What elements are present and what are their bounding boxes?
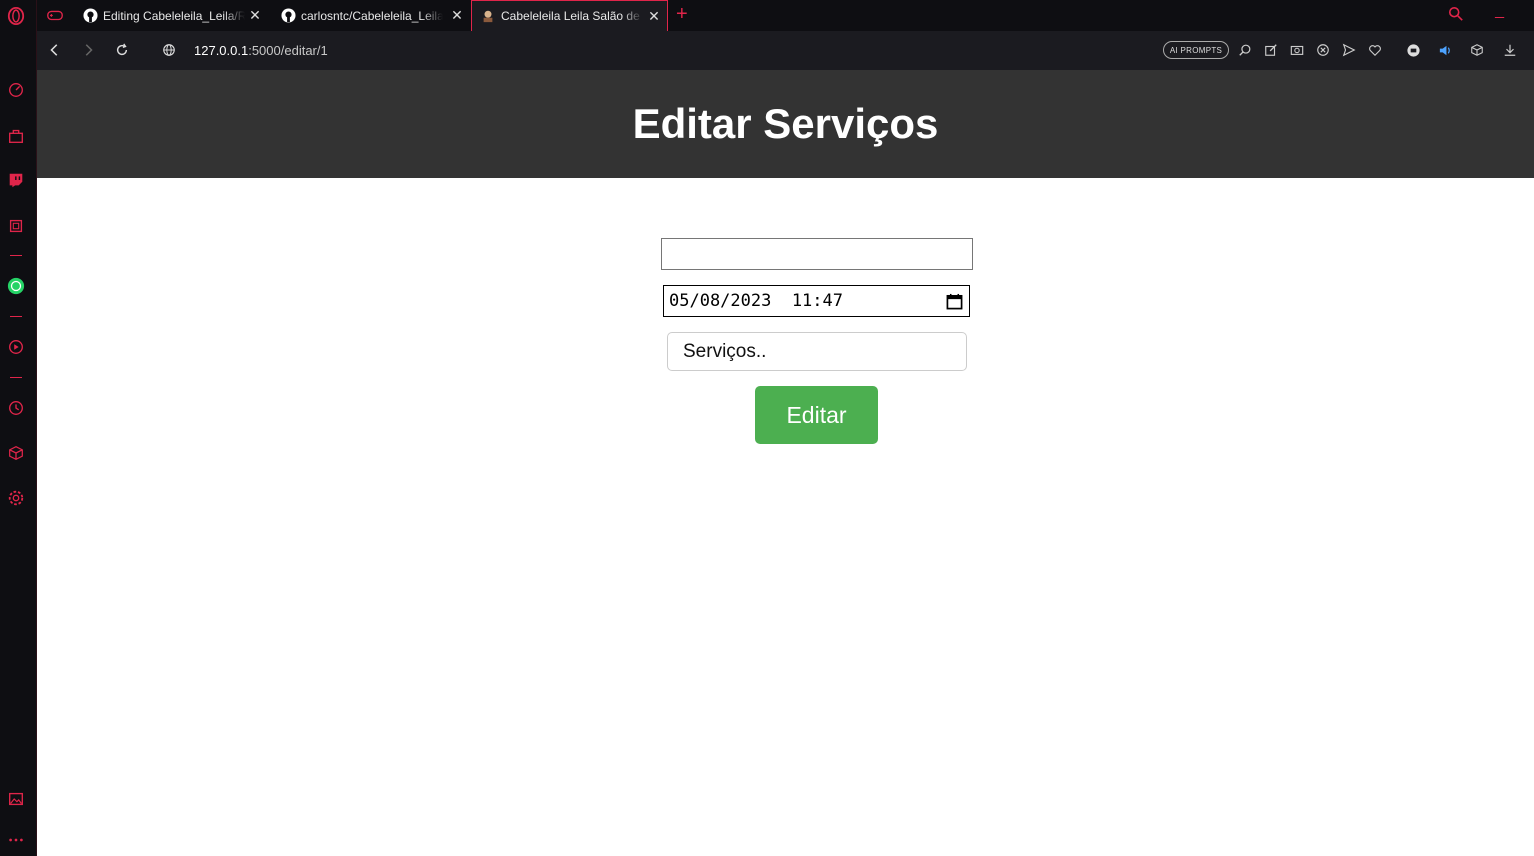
new-tab-button[interactable]: +	[676, 4, 688, 24]
url-path: :5000/editar/1	[248, 43, 328, 58]
browser-sidebar	[0, 0, 37, 856]
history-clock-icon[interactable]	[6, 398, 26, 418]
gallery-icon[interactable]	[6, 789, 26, 809]
sidebar-divider	[10, 316, 22, 317]
whatsapp-icon[interactable]	[6, 276, 26, 296]
send-icon[interactable]	[1341, 42, 1357, 58]
page-header: Editar Serviços	[37, 70, 1534, 178]
tab-bar: Editing Cabeleleila_Leila/README.md ✕ ca…	[37, 0, 1534, 31]
reload-icon[interactable]	[113, 41, 131, 59]
tab-github-repo[interactable]: carlosntc/Cabeleleila_Leila ✕	[272, 0, 470, 31]
zoom-icon[interactable]	[1237, 42, 1253, 58]
search-tabs-icon[interactable]	[1448, 6, 1464, 27]
datetime-input[interactable]: 05/08/2023 11:47	[663, 285, 970, 317]
web-page: Editar Serviços 05/08/2023 11:47 Serviço…	[37, 70, 1534, 856]
tab-title: Cabeleleila Leila Salão de Beleza	[501, 9, 643, 23]
player-icon[interactable]	[6, 337, 26, 357]
tab-editing-readme[interactable]: Editing Cabeleleila_Leila/README.md ✕	[74, 0, 268, 31]
url-host: 127.0.0.1	[194, 43, 249, 58]
vpn-icon[interactable]	[1405, 42, 1421, 58]
close-tab-icon[interactable]: ✕	[248, 8, 262, 22]
more-options-icon[interactable]	[6, 830, 26, 850]
site-favicon	[480, 8, 496, 24]
close-tab-icon[interactable]: ✕	[450, 8, 464, 22]
url-field[interactable]: 127.0.0.1:5000/editar/1	[194, 43, 328, 58]
datetime-value: 05/08/2023 11:47	[669, 291, 843, 311]
twitch-icon[interactable]	[6, 170, 26, 190]
address-bar: 127.0.0.1:5000/editar/1 AI PROMPTS	[37, 31, 1534, 70]
tab-cabeleleila-active[interactable]: Cabeleleila Leila Salão de Beleza ✕	[471, 0, 668, 31]
heart-icon[interactable]	[1367, 42, 1383, 58]
close-tab-icon[interactable]: ✕	[647, 9, 661, 23]
download-icon[interactable]	[1502, 42, 1518, 58]
forward-arrow-icon[interactable]	[79, 41, 97, 59]
editar-submit-button[interactable]: Editar	[755, 386, 878, 444]
github-icon	[280, 8, 296, 24]
gaming-controller-icon[interactable]	[45, 5, 65, 25]
speaker-icon[interactable]	[1437, 42, 1453, 58]
speed-dial-icon[interactable]	[6, 80, 26, 100]
edit-icon[interactable]	[1263, 42, 1279, 58]
shopping-bag-icon[interactable]	[6, 126, 26, 146]
page-title: Editar Serviços	[632, 100, 939, 147]
tab-title: carlosntc/Cabeleleila_Leila	[301, 8, 443, 23]
globe-icon[interactable]	[160, 41, 178, 59]
extensions-box-icon[interactable]	[1469, 42, 1485, 58]
opera-logo-icon[interactable]	[6, 6, 26, 26]
calendar-icon[interactable]	[946, 293, 963, 310]
tab-title: Editing Cabeleleila_Leila/README.md	[103, 8, 245, 23]
sidebar-divider	[10, 377, 22, 378]
name-input[interactable]	[661, 238, 973, 270]
chip-icon[interactable]	[6, 216, 26, 236]
settings-gear-icon[interactable]	[6, 488, 26, 508]
github-icon	[82, 8, 98, 24]
camera-icon[interactable]	[1289, 42, 1305, 58]
extensions-cube-icon[interactable]	[6, 443, 26, 463]
ai-prompts-button[interactable]: AI PROMPTS	[1163, 41, 1229, 59]
service-select[interactable]: Serviços..	[667, 332, 967, 371]
sidebar-divider	[10, 255, 22, 256]
block-icon[interactable]	[1315, 42, 1331, 58]
back-arrow-icon[interactable]	[46, 41, 64, 59]
minimize-button[interactable]: _	[1495, 2, 1504, 20]
